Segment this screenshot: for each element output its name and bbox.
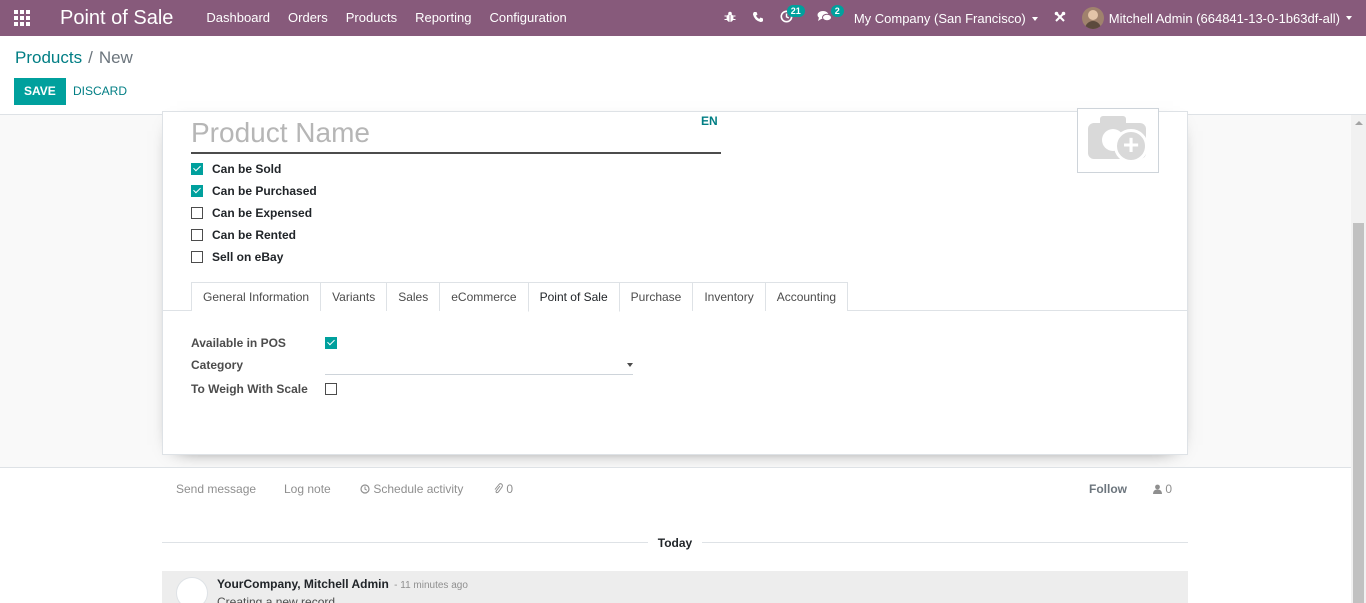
field-label: To Weigh With Scale	[191, 382, 308, 396]
tab-inventory[interactable]: Inventory	[692, 282, 766, 311]
option-can-be-sold: Can be Sold	[191, 158, 317, 180]
attachments-count: 0	[506, 482, 514, 496]
tab-ecommerce[interactable]: eCommerce	[439, 282, 529, 311]
message-time: - 11 minutes ago	[394, 580, 468, 591]
language-button[interactable]: EN	[701, 114, 718, 128]
main-menu: Dashboard Orders Products Reporting Conf…	[197, 0, 575, 36]
menu-orders[interactable]: Orders	[279, 0, 337, 36]
activity-clock-icon[interactable]: 21	[772, 0, 805, 36]
checkbox-label: Can be Sold	[212, 162, 282, 176]
tools-icon[interactable]	[1046, 0, 1074, 36]
tab-sales[interactable]: Sales	[386, 282, 441, 311]
field-label: Available in POS	[191, 336, 286, 350]
field-available-in-pos: Available in POS	[191, 332, 346, 354]
follow-button[interactable]: Follow	[1089, 482, 1127, 496]
discard-button[interactable]: DISCARD	[65, 78, 135, 105]
breadcrumb: Products / New	[15, 48, 133, 68]
checkbox-label: Sell on eBay	[212, 250, 284, 264]
tab-general-information[interactable]: General Information	[191, 282, 322, 311]
breadcrumb-current: New	[98, 48, 133, 67]
breadcrumb-products[interactable]: Products	[15, 48, 82, 67]
avatar	[1081, 7, 1104, 29]
scrollbar-thumb[interactable]	[1353, 223, 1364, 603]
form-view: EN + Can be Sold Can be Purchased Can be…	[0, 108, 1366, 603]
chatter: Send message Log note Schedule activity …	[0, 467, 1366, 603]
user-menu[interactable]: Mitchell Admin (664841-13-0-1b63df-all)	[1081, 7, 1352, 29]
option-sell-on-ebay: Sell on eBay	[191, 246, 317, 268]
checkbox-label: Can be Rented	[212, 228, 297, 242]
navbar-systray: 21 2 My Company (San Francisco) Mitchell…	[716, 0, 1366, 36]
activity-count-badge: 21	[786, 5, 805, 17]
product-image-upload[interactable]: +	[1077, 108, 1159, 173]
chat-icon[interactable]: 2	[809, 0, 844, 36]
control-panel: Products / New SAVE DISCARD	[0, 36, 1366, 115]
category-select[interactable]	[325, 355, 633, 375]
company-name: My Company (San Francisco)	[853, 10, 1026, 26]
scroll-up-icon[interactable]	[1355, 121, 1363, 125]
date-separator-today: Today	[648, 536, 702, 550]
form-sheet: EN + Can be Sold Can be Purchased Can be…	[162, 108, 1188, 455]
schedule-activity-button[interactable]: Schedule activity	[360, 482, 463, 496]
tab-variants[interactable]: Variants	[320, 282, 388, 311]
notebook-tabs: General Information Variants Sales eComm…	[191, 282, 849, 312]
option-can-be-purchased: Can be Purchased	[191, 180, 317, 202]
company-switcher[interactable]: My Company (San Francisco)	[854, 11, 1038, 26]
user-name: Mitchell Admin (664841-13-0-1b63df-all)	[1108, 10, 1340, 26]
breadcrumb-separator: /	[88, 48, 93, 67]
chatter-message: YourCompany, Mitchell Admin - 11 minutes…	[162, 571, 1188, 603]
app-title[interactable]: Point of Sale	[60, 7, 173, 30]
avatar	[176, 577, 208, 603]
top-navbar: Point of Sale Dashboard Orders Products …	[0, 0, 1366, 36]
tab-point-of-sale[interactable]: Point of Sale	[527, 282, 620, 312]
product-name-input[interactable]	[191, 114, 721, 154]
checkbox-can-be-expensed[interactable]	[191, 207, 203, 219]
clock-icon	[360, 484, 370, 494]
apps-menu-button[interactable]	[0, 0, 44, 36]
checkbox-label: Can be Expensed	[212, 206, 313, 220]
checkbox-can-be-sold[interactable]	[191, 163, 203, 175]
checkbox-label: Can be Purchased	[212, 184, 317, 198]
save-button[interactable]: SAVE	[14, 78, 66, 105]
menu-configuration[interactable]: Configuration	[480, 0, 575, 36]
attachments-button[interactable]: 0	[493, 482, 513, 496]
send-message-button[interactable]: Send message	[176, 482, 256, 496]
bug-icon[interactable]	[716, 0, 744, 36]
checkbox-available-in-pos[interactable]	[325, 337, 337, 349]
field-category: Category	[191, 354, 633, 376]
menu-dashboard[interactable]: Dashboard	[197, 0, 279, 36]
checkbox-sell-on-ebay[interactable]	[191, 251, 203, 263]
user-icon	[1153, 484, 1162, 494]
message-author: YourCompany, Mitchell Admin - 11 minutes…	[217, 577, 468, 591]
followers-button[interactable]: 0	[1153, 482, 1172, 496]
option-can-be-rented: Can be Rented	[191, 224, 317, 246]
chevron-down-icon	[1346, 16, 1352, 20]
checkbox-to-weigh-with-scale[interactable]	[325, 383, 337, 395]
followers-count: 0	[1165, 482, 1173, 496]
menu-products[interactable]: Products	[337, 0, 406, 36]
checkbox-can-be-purchased[interactable]	[191, 185, 203, 197]
chevron-down-icon	[1031, 17, 1038, 22]
paperclip-icon	[494, 483, 503, 494]
author-name[interactable]: YourCompany, Mitchell Admin	[217, 577, 389, 591]
apps-icon	[14, 10, 30, 26]
chatter-topbar: Send message Log note Schedule activity …	[162, 468, 1188, 512]
tab-accounting[interactable]: Accounting	[764, 282, 849, 311]
tab-purchase[interactable]: Purchase	[618, 282, 694, 311]
plus-icon: +	[1114, 129, 1148, 163]
product-options: Can be Sold Can be Purchased Can be Expe…	[191, 158, 317, 268]
log-note-button[interactable]: Log note	[284, 482, 331, 496]
checkbox-can-be-rented[interactable]	[191, 229, 203, 241]
schedule-activity-label: Schedule activity	[373, 482, 464, 496]
field-label: Category	[191, 358, 244, 372]
chevron-down-icon	[627, 363, 633, 367]
field-to-weigh-with-scale: To Weigh With Scale	[191, 378, 346, 400]
menu-reporting[interactable]: Reporting	[406, 0, 480, 36]
message-count-badge: 2	[830, 5, 844, 17]
phone-icon[interactable]	[744, 0, 772, 36]
page-scrollbar[interactable]	[1351, 115, 1366, 603]
message-body: Creating a new record...	[217, 595, 346, 603]
option-can-be-expensed: Can be Expensed	[191, 202, 317, 224]
